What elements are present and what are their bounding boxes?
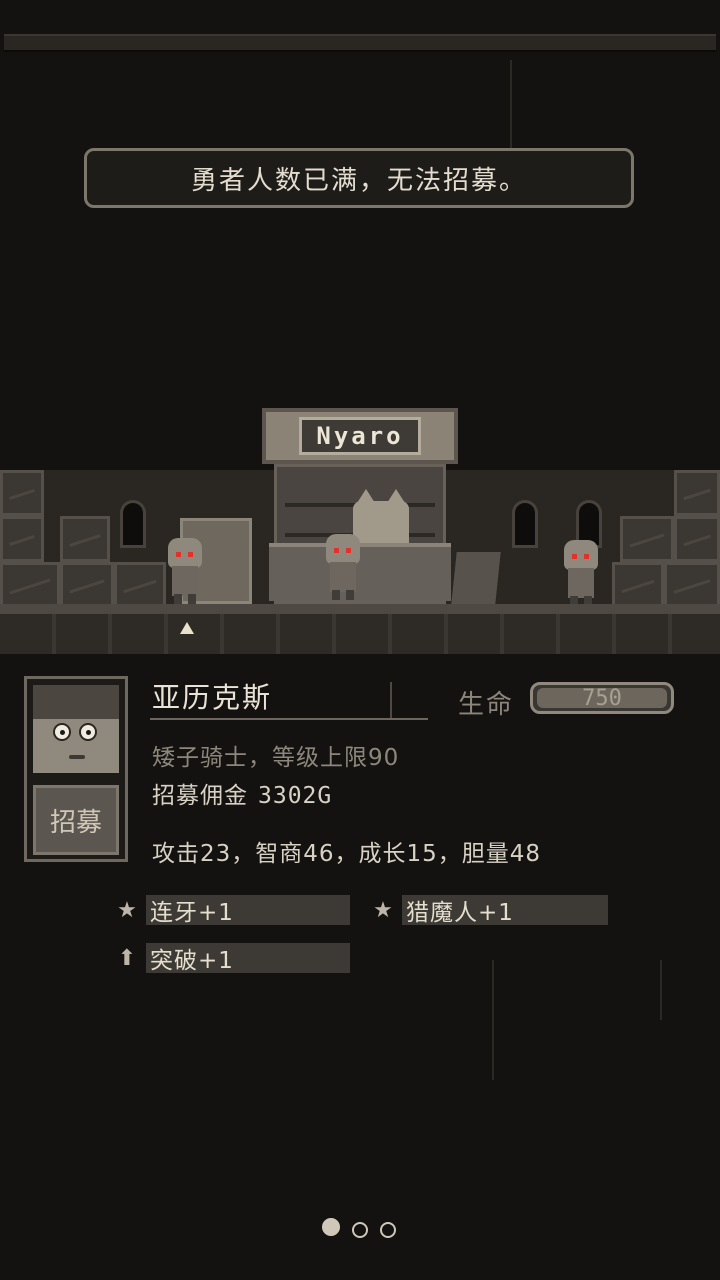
- notice-text: 勇者人数已满，无法招募。: [190, 165, 527, 196]
- npc-eye: [334, 548, 339, 553]
- shop-sign: Nyaro: [262, 408, 458, 464]
- floor-edge: [0, 604, 720, 614]
- hero-class-line: 矮子骑士，等级上限90: [152, 745, 400, 771]
- hp-bar: 750: [530, 682, 674, 714]
- recruit-fee: 招募佣金 3302G: [152, 776, 332, 810]
- npc-eye: [346, 548, 351, 553]
- shop-sign-text: Nyaro: [299, 417, 421, 455]
- crate: [60, 516, 110, 562]
- npc-head: [564, 540, 598, 570]
- crate: [60, 562, 114, 608]
- npc-body: [568, 568, 594, 598]
- hero-portrait-card: 招募: [24, 676, 128, 862]
- page-dot[interactable]: [352, 1222, 368, 1238]
- trait-item[interactable]: ★ 猎魔人+1: [370, 894, 608, 926]
- npc-leg: [332, 590, 340, 600]
- hero-npc[interactable]: [324, 534, 362, 600]
- npc-head: [168, 538, 202, 568]
- hero-stats: 攻击23，智商46，成长15，胆量48: [152, 841, 542, 867]
- rain-streak: [492, 960, 494, 1080]
- tavern-scene: Nyaro: [0, 400, 720, 660]
- rain-streak: [660, 960, 662, 1020]
- crate: [674, 516, 720, 562]
- page-indicator: [320, 1218, 404, 1244]
- page-dot-active[interactable]: [322, 1218, 340, 1236]
- star-icon: ★: [117, 897, 137, 923]
- page-dot[interactable]: [380, 1222, 396, 1238]
- recruit-full-notice: 勇者人数已满，无法招募。: [84, 148, 634, 208]
- crate: [664, 562, 720, 608]
- portrait-hair: [33, 685, 119, 719]
- hp-value: 750: [582, 685, 622, 711]
- trait-item[interactable]: ⬆ 突破+1: [114, 942, 350, 974]
- npc-eye: [584, 554, 589, 559]
- crate: [0, 562, 60, 608]
- npc-eye: [188, 552, 193, 557]
- name-underline: [150, 718, 428, 720]
- crate: [620, 516, 674, 562]
- arched-window: [120, 500, 146, 548]
- fee-value: 3302G: [258, 783, 333, 809]
- npc-leg: [174, 594, 182, 604]
- trait-item[interactable]: ★ 连牙+1: [114, 894, 350, 926]
- arrow-up-icon: ⬆: [117, 945, 137, 971]
- hero-npc[interactable]: [166, 538, 204, 604]
- floor-bricks: [0, 614, 720, 654]
- npc-body: [172, 566, 198, 596]
- npc-head: [326, 534, 360, 564]
- star-icon: ★: [373, 897, 393, 923]
- recruit-button[interactable]: 招募: [33, 785, 119, 855]
- npc-leg: [188, 594, 196, 604]
- portrait-eye: [79, 723, 97, 741]
- crate: [114, 562, 166, 608]
- hp-label: 生命: [458, 690, 515, 720]
- selection-pointer-icon: [180, 622, 194, 634]
- npc-eye: [176, 552, 181, 557]
- fee-label: 招募佣金: [152, 783, 248, 809]
- npc-body: [330, 562, 356, 592]
- crate: [0, 470, 44, 516]
- hero-name: 亚历克斯: [152, 681, 273, 714]
- crate: [674, 470, 720, 516]
- npc-leg: [346, 590, 354, 600]
- trait-label: 突破+1: [146, 943, 350, 974]
- crate: [612, 562, 664, 608]
- sack: [451, 552, 501, 604]
- hero-npc[interactable]: [562, 540, 600, 606]
- divider: [390, 682, 392, 718]
- top-frame-bar: [4, 34, 716, 52]
- crate: [0, 516, 44, 562]
- hero-portrait: [33, 685, 119, 773]
- npc-eye: [572, 554, 577, 559]
- arched-window: [512, 500, 538, 548]
- trait-label: 猎魔人+1: [402, 895, 608, 926]
- trait-label: 连牙+1: [146, 895, 350, 926]
- portrait-mouth: [69, 755, 85, 759]
- portrait-eye: [53, 723, 71, 741]
